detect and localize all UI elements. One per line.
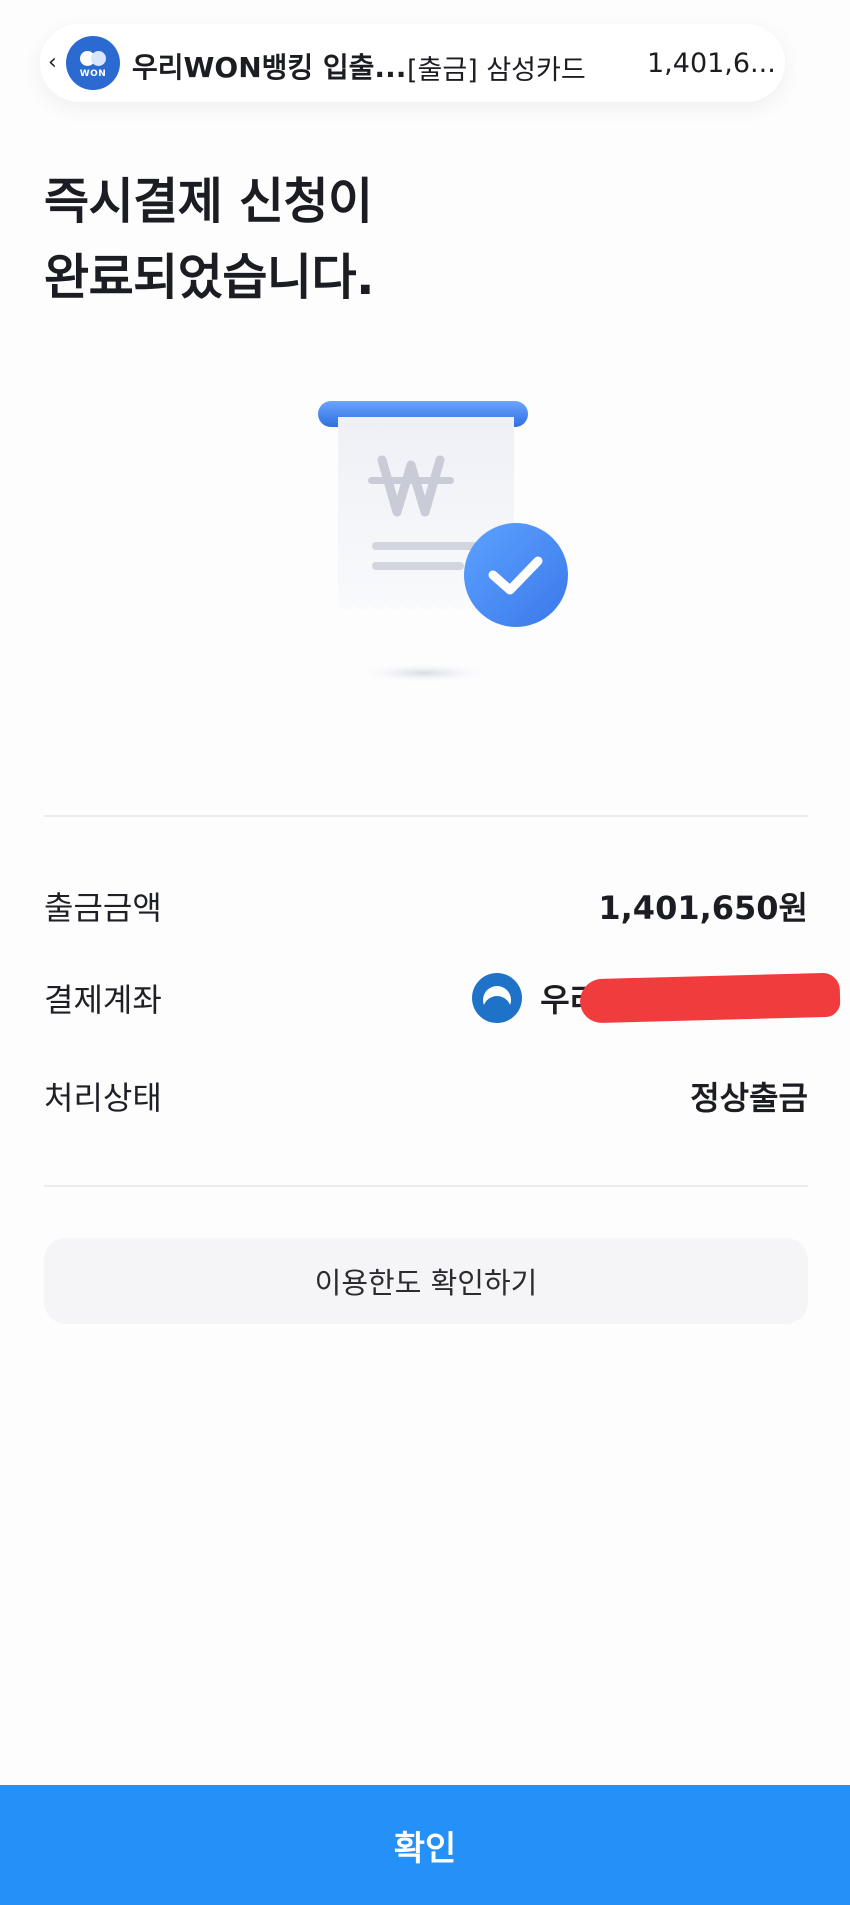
receipt-won-icon (318, 401, 568, 683)
bottom-divider (44, 1185, 808, 1187)
page-title-line2: 완료되었습니다. (44, 249, 375, 306)
redaction-mark (579, 972, 841, 1024)
notification-banner[interactable]: ‹ WON 우리WON뱅킹 입출... [출금] 삼성카드 1,401,6... (40, 24, 785, 102)
amount-value: 1,401,650원 (598, 889, 808, 927)
account-label: 결제계좌 (44, 981, 162, 1019)
notification-amount: 1,401,6... (647, 48, 776, 79)
chevron-left-icon: ‹ (48, 50, 57, 75)
won-logo-text: WON (79, 69, 107, 79)
amount-label: 출금금액 (44, 889, 162, 927)
status-row: 처리상태 정상출금 (44, 1071, 808, 1121)
check-limit-button[interactable]: 이용한도 확인하기 (44, 1238, 808, 1324)
status-label: 처리상태 (44, 1079, 162, 1117)
confirm-button[interactable]: 확인 (0, 1785, 850, 1905)
status-value: 정상출금 (690, 1079, 808, 1117)
woori-bank-logo (472, 973, 523, 1023)
page-title-line1: 즉시결제 신청이 (44, 173, 373, 230)
notification-message: [출금] 삼성카드 (407, 55, 586, 86)
notification-app-name: 우리WON뱅킹 입출... (132, 51, 407, 84)
check-circle-icon (464, 523, 568, 627)
amount-row: 출금금액 1,401,650원 (44, 881, 808, 931)
page-title: 즉시결제 신청이 완료되었습니다. (44, 164, 744, 316)
won-app-logo: WON (66, 36, 120, 90)
top-divider (44, 815, 808, 817)
